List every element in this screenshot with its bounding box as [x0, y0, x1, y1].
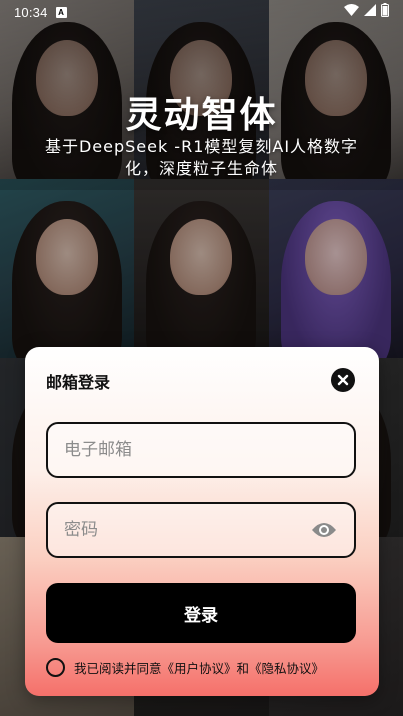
status-time: 10:34	[14, 4, 48, 20]
background-photo	[268, 179, 403, 358]
user-agreement-link[interactable]: 《用户协议》	[162, 661, 237, 676]
password-field[interactable]	[46, 502, 356, 558]
agreement-checkbox[interactable]	[46, 658, 65, 677]
app-title: 灵动智体	[125, 95, 278, 136]
background-photo	[134, 179, 269, 358]
close-icon	[337, 371, 349, 390]
password-input[interactable]	[64, 520, 310, 540]
wifi-icon	[344, 4, 359, 20]
agreement-row: 我已阅读并同意《用户协议》和《隐私协议》	[46, 658, 324, 677]
background-photo	[0, 179, 135, 358]
email-login-modal: 邮箱登录 登录 我已阅读并同意《用户协议》和《隐私协议》	[25, 347, 379, 696]
signal-icon	[364, 4, 376, 20]
agreement-conjunction: 和	[236, 661, 250, 676]
app-subtitle: 基于DeepSeek -R1模型复刻AI人格数字化，深度粒子生命体	[44, 137, 359, 178]
email-input[interactable]	[64, 440, 338, 460]
eye-icon[interactable]	[310, 520, 338, 540]
email-field[interactable]	[46, 422, 356, 478]
notification-badge-icon: A	[55, 6, 67, 18]
agreement-text: 我已阅读并同意《用户协议》和《隐私协议》	[74, 658, 324, 677]
battery-icon	[381, 3, 389, 21]
privacy-policy-link[interactable]: 《隐私协议》	[249, 661, 324, 676]
agreement-prefix: 我已阅读并同意	[74, 661, 162, 676]
login-button[interactable]: 登录	[46, 583, 356, 643]
modal-title: 邮箱登录	[46, 373, 111, 392]
status-bar-left: 10:34 A	[14, 5, 67, 20]
status-bar-right	[344, 3, 389, 21]
close-button[interactable]	[331, 368, 355, 392]
status-bar: 10:34 A	[0, 0, 403, 24]
